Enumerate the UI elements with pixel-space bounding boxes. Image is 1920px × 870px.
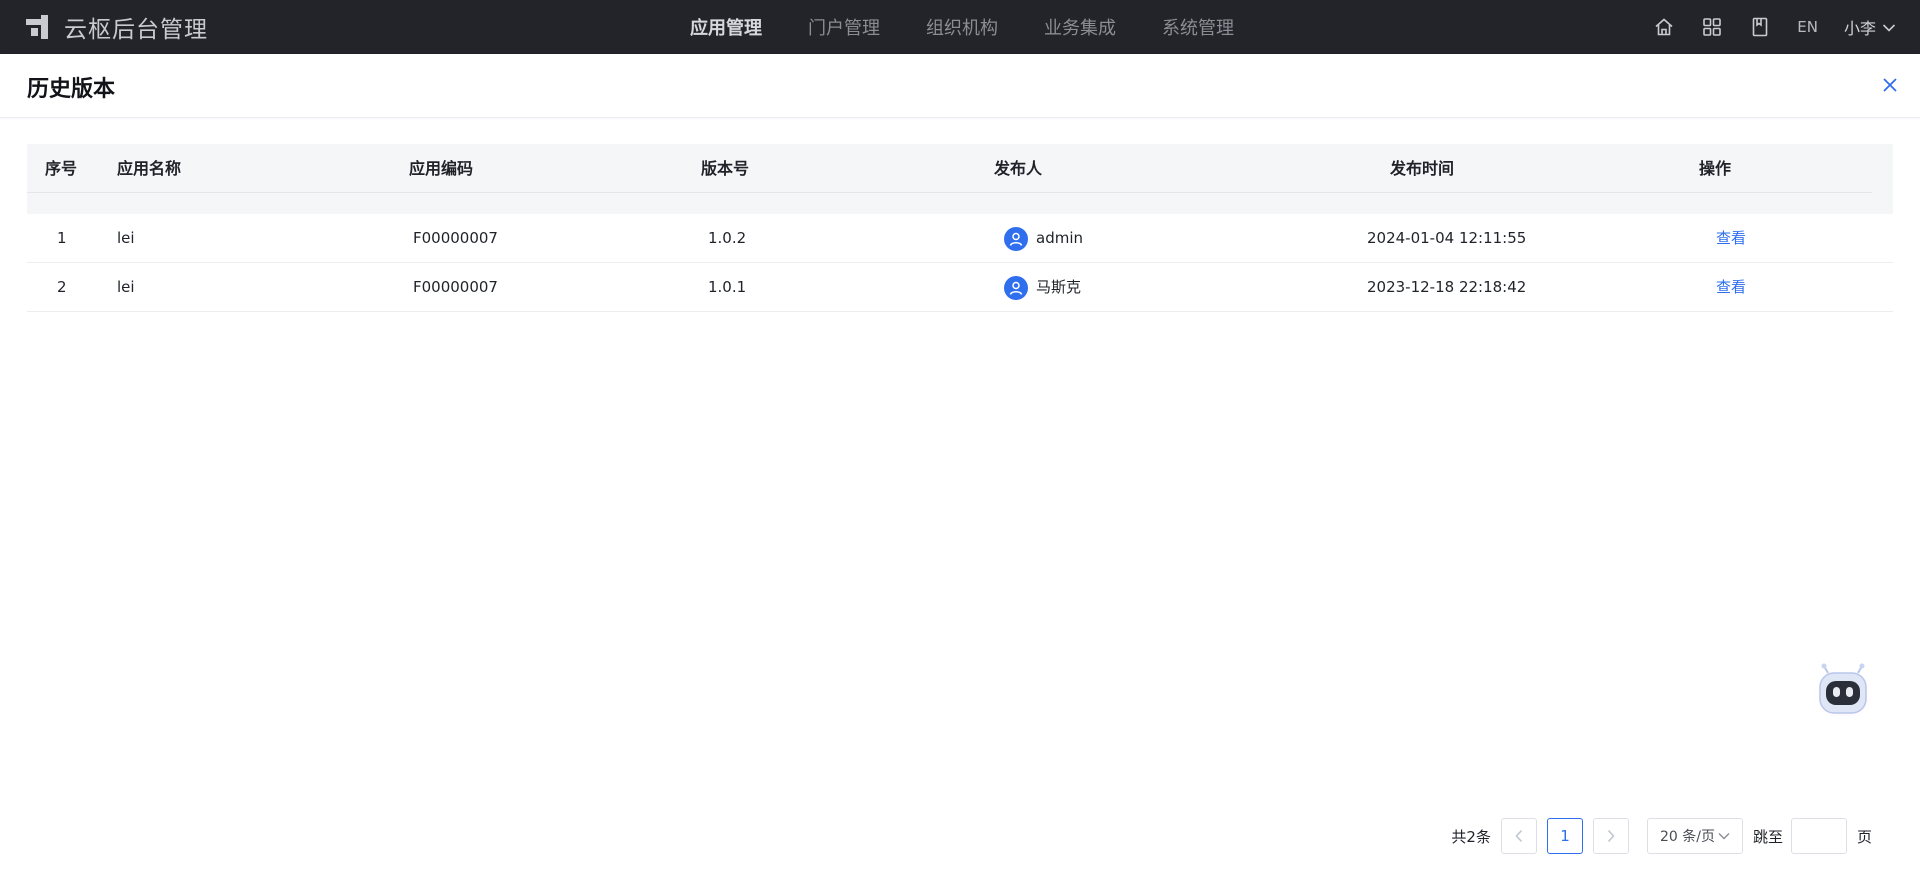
cell-publish-time: 2023-12-18 22:18:42	[1367, 278, 1527, 296]
chevron-down-icon	[1718, 833, 1730, 840]
page-number-button[interactable]: 1	[1546, 818, 1583, 854]
book-icon[interactable]	[1749, 16, 1771, 38]
nav-item-app-management[interactable]: 应用管理	[690, 14, 762, 40]
cell-version: 1.0.1	[708, 278, 747, 296]
table-row: 1 lei F00000007 1.0.2 admin 2024-01-04 1…	[27, 214, 1893, 263]
column-header-action: 操作	[1699, 159, 1732, 178]
publisher-name: 马斯克	[1036, 278, 1082, 296]
home-icon[interactable]	[1653, 16, 1675, 38]
column-header-publish-time: 发布时间	[1390, 159, 1455, 178]
column-header-app-code: 应用编码	[409, 159, 474, 178]
top-navigation-bar: 云枢后台管理 应用管理 门户管理 组织机构 业务集成 系统管理 EN 小李	[0, 0, 1920, 54]
nav-item-organization[interactable]: 组织机构	[926, 14, 998, 40]
page-title: 历史版本	[27, 77, 116, 102]
cell-app-code: F00000007	[413, 229, 498, 247]
app-title: 云枢后台管理	[64, 17, 208, 43]
nav-item-portal-management[interactable]: 门户管理	[808, 14, 880, 40]
view-link[interactable]: 查看	[1716, 263, 1746, 312]
page-header: 历史版本	[0, 54, 1920, 118]
page-size-value: 20 条/页	[1659, 829, 1715, 845]
cell-app-name: lei	[117, 229, 135, 247]
user-avatar-icon	[1004, 226, 1028, 251]
apps-grid-icon[interactable]	[1701, 16, 1723, 38]
jump-page-input[interactable]	[1790, 818, 1847, 854]
column-header-index: 序号	[45, 159, 78, 178]
page-size-select[interactable]: 20 条/页	[1646, 818, 1743, 854]
chevron-right-icon	[1607, 829, 1615, 843]
chevron-left-icon	[1515, 829, 1523, 843]
user-menu[interactable]: 小李	[1844, 15, 1896, 39]
user-name: 小李	[1843, 19, 1876, 38]
chevron-down-icon	[1882, 18, 1896, 37]
close-icon[interactable]	[1881, 76, 1899, 94]
cell-version: 1.0.2	[708, 229, 747, 247]
publisher-name: admin	[1036, 229, 1083, 247]
cell-publisher: admin	[1004, 214, 1083, 263]
language-switch[interactable]: EN	[1797, 18, 1818, 36]
column-header-publisher: 发布人	[994, 159, 1043, 178]
prev-page-button[interactable]	[1500, 818, 1537, 854]
pagination: 共2条 1 20 条/页 跳至 页	[1451, 818, 1872, 854]
column-header-app-name: 应用名称	[117, 159, 182, 178]
view-link[interactable]: 查看	[1716, 214, 1746, 263]
nav-item-business-integration[interactable]: 业务集成	[1044, 14, 1116, 40]
table-header: 序号 应用名称 应用编码 版本号 发布人 发布时间 操作	[27, 144, 1893, 214]
column-header-version: 版本号	[701, 159, 750, 178]
nav-item-system-management[interactable]: 系统管理	[1162, 14, 1234, 40]
toolbar: EN 小李	[1653, 0, 1896, 54]
page-suffix: 页	[1856, 827, 1872, 846]
total-count: 共2条	[1451, 827, 1491, 846]
cell-index: 2	[57, 278, 67, 296]
table-header-row: 序号 应用名称 应用编码 版本号 发布人 发布时间 操作	[27, 144, 1872, 193]
table-row: 2 lei F00000007 1.0.1 马斯克 2023-12-18 22:…	[27, 263, 1893, 312]
cell-publish-time: 2024-01-04 12:11:55	[1367, 229, 1527, 247]
user-avatar-icon	[1004, 275, 1028, 300]
history-version-table: 序号 应用名称 应用编码 版本号 发布人 发布时间 操作 1 lei F0000…	[27, 144, 1893, 312]
logo-icon	[26, 15, 52, 39]
cell-app-code: F00000007	[413, 278, 498, 296]
cell-app-name: lei	[117, 278, 135, 296]
main-nav: 应用管理 门户管理 组织机构 业务集成 系统管理	[690, 0, 1234, 54]
cell-index: 1	[57, 229, 67, 247]
next-page-button[interactable]	[1592, 818, 1629, 854]
ai-assistant-robot-icon[interactable]	[1812, 661, 1874, 721]
brand[interactable]: 云枢后台管理	[26, 0, 208, 54]
jump-label: 跳至	[1752, 827, 1783, 846]
cell-publisher: 马斯克	[1004, 263, 1081, 312]
